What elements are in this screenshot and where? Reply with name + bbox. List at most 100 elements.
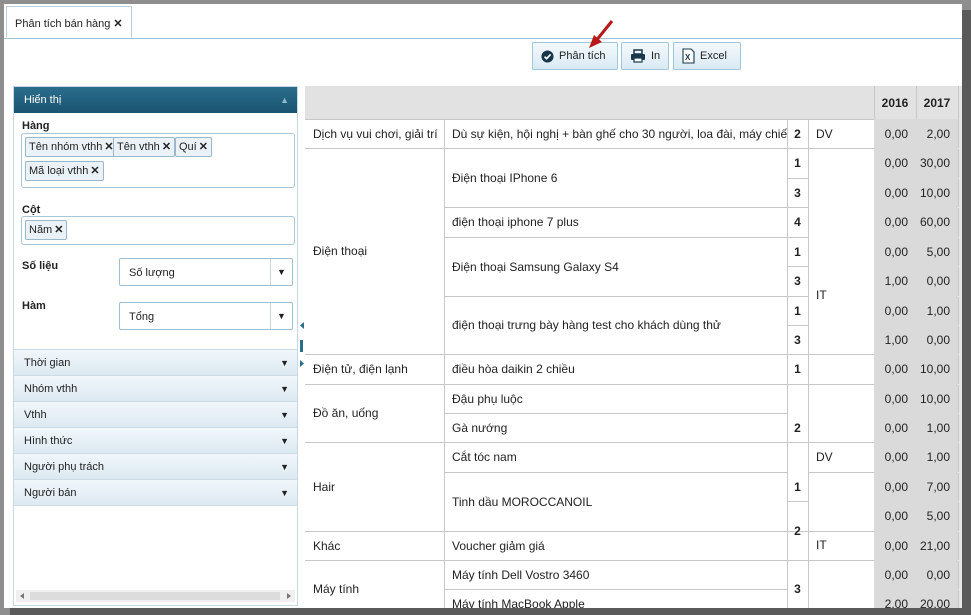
item-label: Điện thoại IPhone 6 [452, 170, 558, 185]
item-label: Dù sự kiện, hội nghị + bàn ghế cho 30 ng… [452, 126, 787, 141]
value-cell: 0,00 [874, 178, 916, 207]
filter-seller[interactable]: Người bán ▼ [14, 480, 297, 506]
expand-down-icon: ▼ [280, 462, 289, 472]
remove-chip-icon[interactable]: ✕ [199, 141, 208, 153]
columns-tag-box[interactable]: Năm ✕ [21, 216, 295, 245]
expand-down-icon: ▼ [280, 384, 289, 394]
type-cell: DV [816, 126, 833, 141]
value-cell: 0,00 [874, 501, 916, 531]
value-cell: 20,00 [916, 589, 958, 608]
dropdown-arrow-icon[interactable]: ▼ [270, 259, 292, 285]
value-cell: 5,00 [916, 501, 958, 531]
value-cell: 0,00 [916, 325, 958, 354]
measure-label: Số liệu [22, 260, 59, 272]
value-cell: 0,00 [874, 442, 916, 472]
filter-item-group[interactable]: Nhóm vthh ▼ [14, 376, 297, 402]
type-cell: DV [816, 450, 833, 464]
value-cell: 0,00 [874, 296, 916, 325]
chip-label: Tên vthh [117, 141, 160, 153]
value-cell: 10,00 [916, 354, 958, 384]
print-button[interactable]: In [621, 42, 669, 70]
expand-down-icon: ▼ [280, 488, 289, 498]
quarter-cell: 3 [794, 582, 801, 596]
filter-label: Vthh [24, 409, 47, 421]
filter-label: Người bán [24, 487, 77, 499]
excel-button[interactable]: X Excel [673, 42, 741, 70]
filter-label: Nhóm vthh [24, 383, 78, 395]
filter-item[interactable]: Vthh ▼ [14, 402, 297, 428]
item-label: Voucher giảm giá [452, 538, 545, 553]
value-cell: 0,00 [874, 384, 916, 413]
value-cell: 0,00 [874, 472, 916, 501]
expand-down-icon: ▼ [280, 410, 289, 420]
value-cell: 0,00 [916, 266, 958, 296]
excel-button-label: Excel [700, 50, 727, 62]
value-cell: 30,00 [916, 148, 958, 178]
expand-down-icon: ▼ [280, 436, 289, 446]
row-chip: Mã loại vthh ✕ [25, 161, 104, 181]
item-label: Đậu phụ luộc [452, 391, 523, 406]
year-header[interactable]: 2017 [916, 86, 958, 119]
value-cell: 1,00 [916, 413, 958, 442]
value-cell: 0,00 [874, 148, 916, 178]
filter-label: Hình thức [24, 435, 73, 447]
item-label: điều hòa daikin 2 chiều [452, 362, 575, 376]
rows-tag-box[interactable]: Tên nhóm vthh ✕ Tên vthh ✕ Quí ✕ Mã loại vt… [21, 133, 295, 188]
measure-select-value: Số lượng [129, 267, 175, 279]
check-circle-icon [541, 50, 554, 63]
collapse-up-icon[interactable]: ▲ [280, 87, 289, 113]
item-label: điện thoại trưng bày hàng test cho khách… [452, 318, 721, 332]
measure-select[interactable]: Số lượng ▼ [119, 258, 293, 286]
item-label: Máy tính MacBook Apple [452, 597, 585, 608]
row-chip: Tên nhóm vthh ✕ [25, 137, 118, 157]
printer-icon [631, 49, 645, 63]
horizontal-scrollbar[interactable] [16, 590, 295, 602]
display-panel-title: Hiển thị [24, 94, 62, 106]
value-cell: 0,00 [874, 119, 916, 148]
chip-label: Tên nhóm vthh [29, 141, 103, 153]
display-panel: Hiển thị ▲ Hàng Tên nhóm vthh ✕ Tên vthh ✕… [13, 86, 298, 606]
quarter-cell: 1 [794, 362, 801, 376]
rows-label: Hàng [22, 120, 50, 132]
dropdown-arrow-icon[interactable]: ▼ [270, 303, 292, 329]
item-label: Điện thoại Samsung Galaxy S4 [452, 259, 619, 274]
remove-chip-icon[interactable]: ✕ [54, 224, 63, 236]
row-chip: Quí ✕ [175, 137, 212, 157]
tab-sales-analysis[interactable]: Phân tích bán hàng ✕ [6, 6, 132, 38]
function-select[interactable]: Tổng ▼ [119, 302, 293, 330]
chip-label: Năm [29, 224, 53, 236]
filter-form[interactable]: Hình thức ▼ [14, 428, 297, 454]
value-cell: 21,00 [916, 531, 958, 560]
filter-label: Thời gian [24, 357, 71, 369]
filter-person-in-charge[interactable]: Người phụ trách ▼ [14, 454, 297, 480]
value-cell: 0,00 [874, 560, 916, 589]
quarter-cell: 1 [794, 479, 801, 494]
filter-time[interactable]: Thời gian ▼ [14, 350, 297, 376]
quarter-cell: 3 [794, 332, 801, 347]
item-label: Gà nướng [452, 420, 508, 435]
value-cell: 5,00 [916, 237, 958, 266]
close-tab-icon[interactable]: ✕ [113, 18, 122, 30]
vertical-scrollbar[interactable] [959, 86, 962, 608]
quarter-cell: 2 [794, 523, 801, 538]
remove-chip-icon[interactable]: ✕ [90, 165, 99, 177]
app-window: Phân tích bán hàng ✕ Phân tích In X Excel … [4, 4, 962, 608]
value-cell: 1,00 [916, 442, 958, 472]
remove-chip-icon[interactable]: ✕ [162, 141, 171, 153]
type-cell: IT [816, 288, 827, 302]
quarter-cell: 1 [794, 303, 801, 318]
chip-label: Mã loại vthh [29, 165, 89, 177]
value-cell: 7,00 [916, 472, 958, 501]
print-button-label: In [651, 50, 661, 62]
value-cell: 0,00 [874, 207, 916, 237]
group-label: Máy tính [313, 582, 360, 596]
value-cell: 0,00 [874, 354, 916, 384]
value-cell: 60,00 [916, 207, 958, 237]
panel-splitter[interactable] [300, 320, 304, 370]
year-header[interactable]: 2016 [874, 86, 916, 119]
display-panel-header[interactable]: Hiển thị ▲ [14, 87, 297, 113]
value-cell: 0,00 [916, 560, 958, 589]
red-arrow-annotation [589, 20, 614, 48]
expand-down-icon: ▼ [280, 358, 289, 368]
quarter-cell: 4 [794, 215, 801, 229]
